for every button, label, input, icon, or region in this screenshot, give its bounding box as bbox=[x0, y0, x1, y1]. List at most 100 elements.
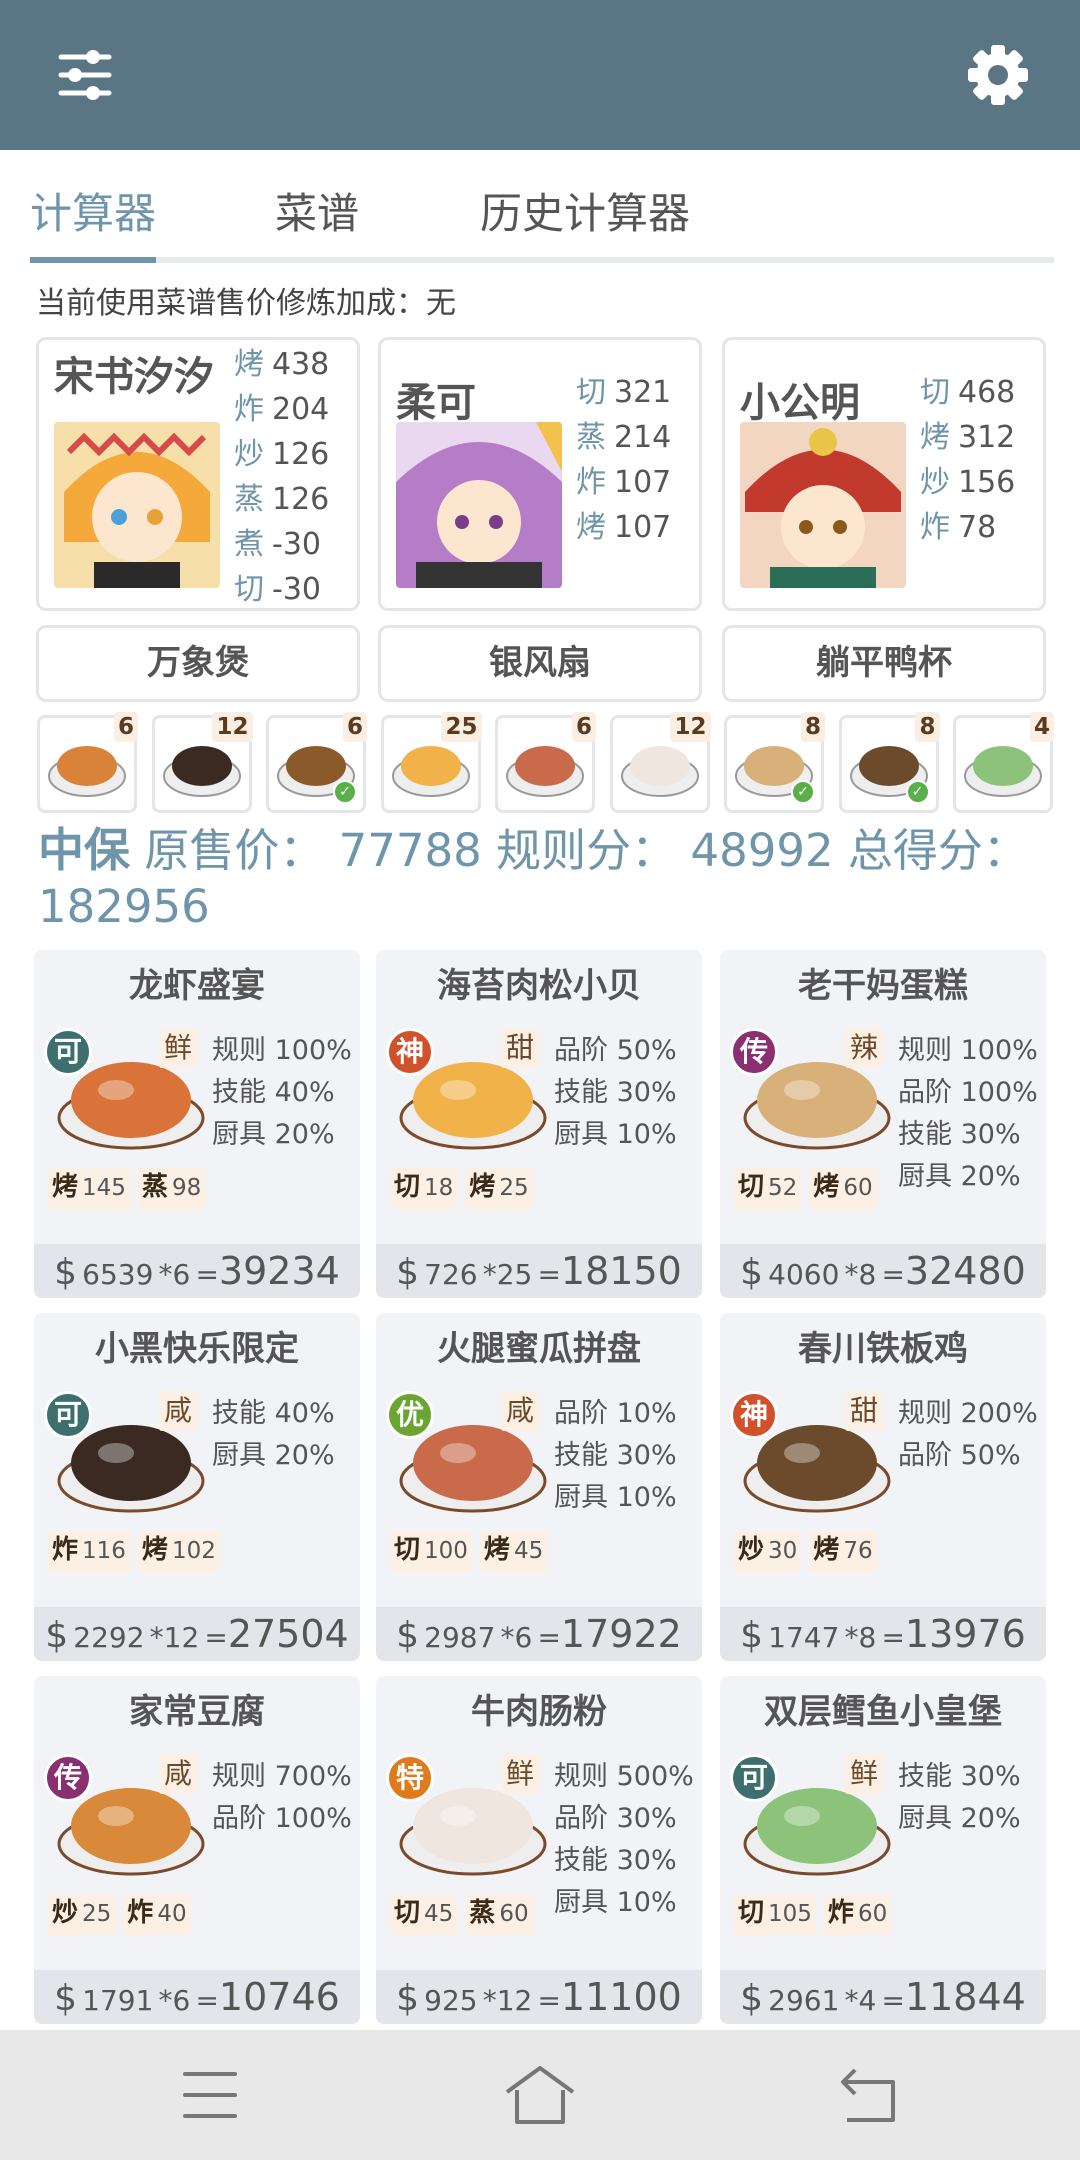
bonus-line: 规则 500% bbox=[554, 1761, 694, 1792]
bonus-line: 厨具 10% bbox=[554, 1482, 677, 1513]
flavor-tag: 咸 bbox=[159, 1391, 198, 1431]
rarity-badge: 传 bbox=[44, 1754, 92, 1802]
requirement-tag: 切 100 bbox=[390, 1531, 472, 1572]
requirement-tag: 烤 60 bbox=[809, 1168, 877, 1209]
bonus-line: 技能 40% bbox=[212, 1077, 335, 1108]
equals-sign: = bbox=[537, 1258, 561, 1291]
tab-recipes[interactable]: 菜谱 bbox=[275, 180, 359, 241]
dish-thumbnail[interactable]: 25 bbox=[380, 712, 482, 813]
check-icon: ✓ bbox=[791, 780, 815, 804]
dish-bonuses: 规则 200% 品阶 50% bbox=[898, 1393, 1046, 1477]
dish-card[interactable]: 小黑快乐限定可 咸技能 40% 厨具 20% 炸 116 烤 102 $ 2292 *12 =… bbox=[34, 1313, 360, 1661]
tab-calculator[interactable]: 计算器 bbox=[30, 180, 156, 241]
unit-price: 2961 bbox=[768, 1984, 840, 2017]
dish-total: 10746 bbox=[218, 1975, 340, 2019]
unit-price: 1791 bbox=[82, 1984, 154, 2017]
equals-sign: = bbox=[881, 1258, 905, 1291]
quantity: *12 bbox=[149, 1621, 200, 1654]
rarity-badge: 特 bbox=[386, 1754, 434, 1802]
home-icon[interactable] bbox=[495, 2062, 585, 2128]
dish-card[interactable]: 牛肉肠粉特 鲜规则 500% 品阶 30% 技能 30% 厨具 10% 切 45 蒸 60 $ 9… bbox=[376, 1676, 702, 2024]
requirement-tag: 炒 30 bbox=[734, 1531, 802, 1572]
skill-requirements: 切 105 炸 60 bbox=[734, 1894, 892, 1935]
back-icon[interactable] bbox=[825, 2062, 915, 2128]
dish-card[interactable]: 火腿蜜瓜拼盘优咸品阶 10% 技能 30% 厨具 10% 切 100 烤 45 $ 2987 … bbox=[376, 1313, 702, 1661]
app-header bbox=[0, 0, 1080, 150]
dish-bonuses: 技能 40% 厨具 20% bbox=[212, 1393, 360, 1477]
chef-card[interactable]: 柔可 切 321 蒸 214 炸 107 烤 107 bbox=[378, 337, 702, 611]
dollar-icon: $ bbox=[740, 1252, 764, 1293]
dish-bonuses: 规则 100% 品阶 100% 技能 30% 厨具 20% bbox=[898, 1030, 1046, 1198]
dish-thumbnail[interactable]: 6 bbox=[37, 712, 138, 813]
bonus-line: 品阶 100% bbox=[212, 1803, 352, 1834]
chef-skills: 烤 438 炸 204 炒 126 蒸 126 煮 -30 切 -30 bbox=[234, 342, 364, 612]
dish-count-badge: 4 bbox=[1029, 712, 1054, 742]
dish-card[interactable]: 家常豆腐传 咸规则 700% 品阶 100% 炒 25 炸 40 $ 1791 *6 =107… bbox=[34, 1676, 360, 2024]
equals-sign: = bbox=[204, 1621, 228, 1654]
chef-skill: 切 468 bbox=[920, 375, 1016, 410]
dish-name: 牛肉肠粉 bbox=[471, 1692, 607, 1732]
price-line: $ 726 *25 =18150 bbox=[376, 1244, 702, 1298]
quantity: *6 bbox=[500, 1621, 533, 1654]
dish-card[interactable]: 双层鳕鱼小皇堡可 鲜技能 30% 厨具 20% 切 105 炸 60 $ 2961 *4 =1… bbox=[720, 1676, 1046, 2024]
rule-score: 48992 bbox=[690, 824, 834, 877]
price-line: $ 2987 *6 =17922 bbox=[376, 1607, 702, 1661]
chef-skill: 蒸 214 bbox=[576, 420, 672, 455]
dish-count-badge: 12 bbox=[670, 712, 711, 742]
skill-requirements: 切 45 蒸 60 bbox=[390, 1894, 533, 1935]
dish-thumbnail[interactable]: 4 bbox=[953, 712, 1054, 813]
equipment-slot[interactable]: 万象煲 bbox=[36, 625, 360, 702]
equals-sign: = bbox=[195, 1984, 219, 2017]
rarity-badge: 神 bbox=[386, 1028, 434, 1076]
bonus-line: 品阶 100% bbox=[898, 1077, 1038, 1108]
bonus-text: 当前使用菜谱售价修炼加成：无 bbox=[36, 286, 456, 321]
equipment-slot[interactable]: 躺平鸭杯 bbox=[722, 625, 1046, 702]
check-icon: ✓ bbox=[333, 780, 357, 804]
rarity-badge: 可 bbox=[44, 1028, 92, 1076]
chef-card[interactable]: 小公明 切 468 烤 312 炒 156 炸 78 bbox=[722, 337, 1046, 611]
bonus-line: 规则 100% bbox=[212, 1035, 352, 1066]
dish-thumbnail[interactable]: 6 ✓ bbox=[266, 712, 367, 813]
chef-skill: 炒 126 bbox=[234, 437, 330, 472]
bonus-line: 厨具 10% bbox=[554, 1887, 677, 1918]
dish-card[interactable]: 春川铁板鸡神 甜规则 200% 品阶 50% 炒 30 烤 76 $ 1747 *8 =139… bbox=[720, 1313, 1046, 1661]
dollar-icon: $ bbox=[45, 1615, 69, 1656]
dish-bonuses: 规则 100% 技能 40% 厨具 20% bbox=[212, 1030, 360, 1156]
bonus-line: 品阶 10% bbox=[554, 1398, 677, 1429]
bonus-line: 厨具 20% bbox=[212, 1440, 335, 1471]
menu-icon[interactable] bbox=[165, 2062, 255, 2128]
chef-skill: 炸 78 bbox=[920, 510, 997, 545]
skill-requirements: 切 100 烤 45 bbox=[390, 1531, 548, 1572]
dish-total: 17922 bbox=[560, 1612, 682, 1656]
unit-price: 4060 bbox=[768, 1258, 840, 1291]
dish-total: 27504 bbox=[227, 1612, 349, 1656]
dish-card[interactable]: 老干妈蛋糕传 辣规则 100% 品阶 100% 技能 30% 厨具 20% 切 52 烤 60 $… bbox=[720, 950, 1046, 1298]
restaurant-name: 中保 bbox=[38, 823, 130, 877]
dish-total: 11100 bbox=[560, 1975, 682, 2019]
equipment-slot[interactable]: 银风扇 bbox=[378, 625, 702, 702]
chef-skill: 烤 312 bbox=[920, 420, 1016, 455]
dish-card[interactable]: 海苔肉松小贝神 甜品阶 50% 技能 30% 厨具 10% 切 18 烤 25 $ 726 *2… bbox=[376, 950, 702, 1298]
bonus-line: 品阶 50% bbox=[554, 1035, 677, 1066]
dish-thumbnail[interactable]: 8 ✓ bbox=[838, 712, 940, 813]
price-label: 原售价： bbox=[144, 824, 325, 877]
sliders-icon[interactable] bbox=[45, 35, 125, 115]
dish-thumbnail[interactable]: 12 bbox=[151, 712, 253, 813]
bonus-line: 技能 40% bbox=[212, 1398, 335, 1429]
chef-card[interactable]: 宋书汐汐 烤 438 炸 204 炒 126 蒸 126 煮 -30 切 -30 bbox=[36, 337, 360, 611]
dish-thumbnail[interactable]: 8 ✓ bbox=[724, 712, 825, 813]
dish-thumbnail[interactable]: 6 bbox=[495, 712, 596, 813]
dish-card[interactable]: 龙虾盛宴可鲜规则 100% 技能 40% 厨具 20% 烤 145 蒸 98 $ 6539 *… bbox=[34, 950, 360, 1298]
chef-skills: 切 321 蒸 214 炸 107 烤 107 bbox=[576, 370, 706, 550]
dish-thumbnail[interactable]: 12 bbox=[609, 712, 711, 813]
chef-name: 宋书汐汐 bbox=[54, 354, 214, 400]
gear-icon[interactable] bbox=[958, 35, 1038, 115]
requirement-tag: 蒸 60 bbox=[465, 1894, 533, 1935]
requirement-tag: 炸 40 bbox=[123, 1894, 191, 1935]
unit-price: 1747 bbox=[768, 1621, 840, 1654]
tab-history-calculator[interactable]: 历史计算器 bbox=[480, 180, 690, 241]
flavor-tag: 甜 bbox=[845, 1391, 884, 1431]
requirement-tag: 烤 45 bbox=[479, 1531, 548, 1572]
flavor-tag: 鲜 bbox=[501, 1754, 540, 1794]
dollar-icon: $ bbox=[740, 1978, 764, 2019]
